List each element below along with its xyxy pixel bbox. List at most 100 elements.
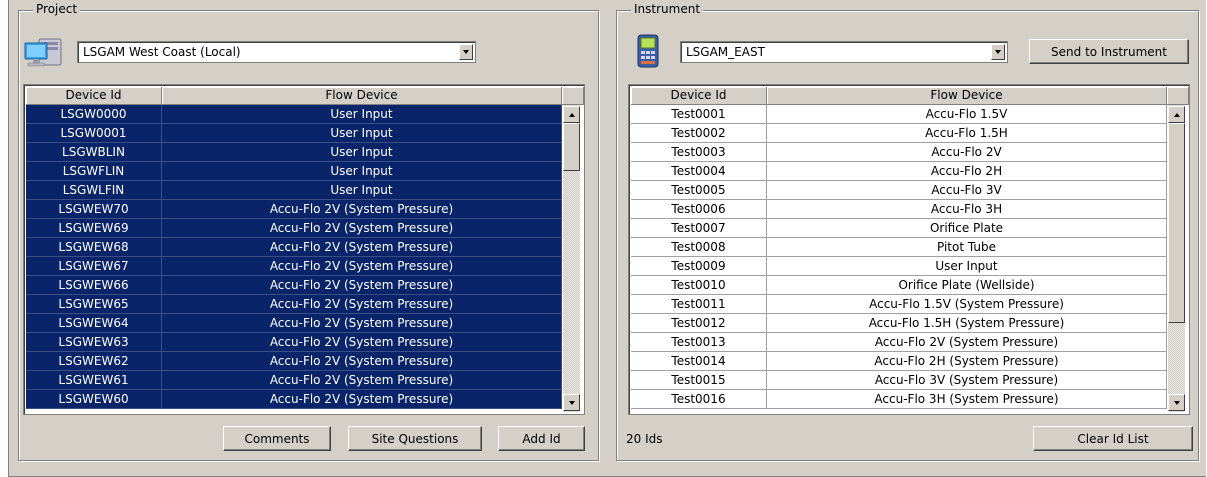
scroll-down-icon[interactable]	[1168, 394, 1185, 411]
column-header-device-id[interactable]: Device Id	[26, 87, 162, 105]
flow-device-cell[interactable]: Accu-Flo 1.5V (System Pressure)	[767, 295, 1167, 314]
table-row[interactable]: LSGW0001 User Input	[26, 124, 562, 143]
table-row[interactable]: LSGWEW69 Accu-Flo 2V (System Pressure)	[26, 219, 562, 238]
device-id-cell[interactable]: Test0015	[631, 371, 767, 390]
flow-device-cell[interactable]: Accu-Flo 2V (System Pressure)	[162, 200, 562, 219]
table-row[interactable]: Test0002 Accu-Flo 1.5H	[631, 124, 1167, 143]
device-id-cell[interactable]: Test0008	[631, 238, 767, 257]
add-id-button[interactable]: Add Id	[498, 426, 585, 451]
table-row[interactable]: Test0012 Accu-Flo 1.5H (System Pressure)	[631, 314, 1167, 333]
flow-device-cell[interactable]: Accu-Flo 1.5H	[767, 124, 1167, 143]
flow-device-cell[interactable]: Orifice Plate (Wellside)	[767, 276, 1167, 295]
flow-device-cell[interactable]: Pitot Tube	[767, 238, 1167, 257]
chevron-down-icon[interactable]	[459, 44, 473, 60]
table-row[interactable]: Test0004 Accu-Flo 2H	[631, 162, 1167, 181]
device-id-cell[interactable]: Test0013	[631, 333, 767, 352]
table-row[interactable]: LSGWEW68 Accu-Flo 2V (System Pressure)	[26, 238, 562, 257]
table-row[interactable]: Test0006 Accu-Flo 3H	[631, 200, 1167, 219]
table-row[interactable]: LSGWEW64 Accu-Flo 2V (System Pressure)	[26, 314, 562, 333]
flow-device-cell[interactable]: Accu-Flo 3H	[767, 200, 1167, 219]
flow-device-cell[interactable]: Accu-Flo 2V (System Pressure)	[162, 314, 562, 333]
flow-device-cell[interactable]: Accu-Flo 2V (System Pressure)	[162, 276, 562, 295]
table-row[interactable]: Test0011 Accu-Flo 1.5V (System Pressure)	[631, 295, 1167, 314]
device-id-cell[interactable]: LSGWFLIN	[26, 162, 162, 181]
table-row[interactable]: Test0014 Accu-Flo 2H (System Pressure)	[631, 352, 1167, 371]
device-id-cell[interactable]: LSGWLFIN	[26, 181, 162, 200]
project-vertical-scrollbar[interactable]	[563, 105, 580, 412]
device-id-cell[interactable]: LSGWEW64	[26, 314, 162, 333]
table-row[interactable]: Test0008 Pitot Tube	[631, 238, 1167, 257]
clear-id-list-button[interactable]: Clear Id List	[1033, 426, 1193, 451]
device-id-cell[interactable]: LSGWEW62	[26, 352, 162, 371]
table-row[interactable]: LSGWEW66 Accu-Flo 2V (System Pressure)	[26, 276, 562, 295]
site-questions-button[interactable]: Site Questions	[348, 426, 482, 451]
flow-device-cell[interactable]: Accu-Flo 2V (System Pressure)	[162, 371, 562, 390]
device-id-cell[interactable]: Test0003	[631, 143, 767, 162]
scroll-up-icon[interactable]	[563, 106, 580, 123]
device-id-cell[interactable]: Test0004	[631, 162, 767, 181]
column-header-flow-device[interactable]: Flow Device	[767, 87, 1167, 105]
device-id-cell[interactable]: Test0010	[631, 276, 767, 295]
device-id-cell[interactable]: LSGWEW69	[26, 219, 162, 238]
table-row[interactable]: LSGWEW67 Accu-Flo 2V (System Pressure)	[26, 257, 562, 276]
send-to-instrument-button[interactable]: Send to Instrument	[1029, 39, 1189, 64]
flow-device-cell[interactable]: User Input	[162, 105, 562, 124]
flow-device-cell[interactable]: Accu-Flo 2V (System Pressure)	[162, 333, 562, 352]
chevron-down-icon[interactable]	[991, 44, 1005, 60]
device-id-cell[interactable]: Test0001	[631, 105, 767, 124]
flow-device-cell[interactable]: Accu-Flo 2H (System Pressure)	[767, 352, 1167, 371]
table-row[interactable]: LSGWEW62 Accu-Flo 2V (System Pressure)	[26, 352, 562, 371]
device-id-cell[interactable]: LSGWEW61	[26, 371, 162, 390]
device-id-cell[interactable]: LSGWEW65	[26, 295, 162, 314]
flow-device-cell[interactable]: Accu-Flo 2V (System Pressure)	[162, 238, 562, 257]
flow-device-cell[interactable]: Accu-Flo 3H (System Pressure)	[767, 390, 1167, 409]
flow-device-cell[interactable]: User Input	[162, 124, 562, 143]
scroll-down-icon[interactable]	[563, 394, 580, 411]
instrument-vertical-scrollbar[interactable]	[1168, 105, 1185, 412]
flow-device-cell[interactable]: Accu-Flo 1.5V	[767, 105, 1167, 124]
table-row[interactable]: Test0016 Accu-Flo 3H (System Pressure)	[631, 390, 1167, 409]
comments-button[interactable]: Comments	[223, 426, 331, 451]
flow-device-cell[interactable]: User Input	[162, 143, 562, 162]
project-select[interactable]: LSGAM West Coast (Local)	[77, 41, 476, 63]
instrument-select[interactable]: LSGAM_EAST	[680, 41, 1008, 63]
flow-device-cell[interactable]: Orifice Plate	[767, 219, 1167, 238]
table-row[interactable]: LSGWEW60 Accu-Flo 2V (System Pressure)	[26, 390, 562, 409]
device-id-cell[interactable]: Test0011	[631, 295, 767, 314]
scrollbar-thumb[interactable]	[563, 123, 580, 171]
table-row[interactable]: LSGWLFIN User Input	[26, 181, 562, 200]
device-id-cell[interactable]: LSGWEW66	[26, 276, 162, 295]
flow-device-cell[interactable]: Accu-Flo 1.5H (System Pressure)	[767, 314, 1167, 333]
scroll-up-icon[interactable]	[1168, 106, 1185, 123]
table-row[interactable]: Test0005 Accu-Flo 3V	[631, 181, 1167, 200]
device-id-cell[interactable]: LSGWEW67	[26, 257, 162, 276]
device-id-cell[interactable]: Test0009	[631, 257, 767, 276]
table-row[interactable]: LSGWBLIN User Input	[26, 143, 562, 162]
device-id-cell[interactable]: LSGW0000	[26, 105, 162, 124]
scrollbar-thumb[interactable]	[1168, 123, 1185, 323]
table-row[interactable]: Test0009 User Input	[631, 257, 1167, 276]
flow-device-cell[interactable]: User Input	[162, 162, 562, 181]
table-row[interactable]: Test0015 Accu-Flo 3V (System Pressure)	[631, 371, 1167, 390]
table-row[interactable]: LSGWEW63 Accu-Flo 2V (System Pressure)	[26, 333, 562, 352]
flow-device-cell[interactable]: Accu-Flo 2V (System Pressure)	[162, 295, 562, 314]
table-row[interactable]: Test0007 Orifice Plate	[631, 219, 1167, 238]
device-id-cell[interactable]: Test0016	[631, 390, 767, 409]
flow-device-cell[interactable]: Accu-Flo 2H	[767, 162, 1167, 181]
flow-device-cell[interactable]: Accu-Flo 2V (System Pressure)	[162, 257, 562, 276]
device-id-cell[interactable]: LSGW0001	[26, 124, 162, 143]
device-id-cell[interactable]: Test0012	[631, 314, 767, 333]
flow-device-cell[interactable]: Accu-Flo 2V	[767, 143, 1167, 162]
flow-device-cell[interactable]: Accu-Flo 2V (System Pressure)	[162, 390, 562, 409]
device-id-cell[interactable]: Test0005	[631, 181, 767, 200]
table-row[interactable]: Test0001 Accu-Flo 1.5V	[631, 105, 1167, 124]
device-id-cell[interactable]: Test0007	[631, 219, 767, 238]
device-id-cell[interactable]: LSGWBLIN	[26, 143, 162, 162]
flow-device-cell[interactable]: Accu-Flo 2V (System Pressure)	[162, 219, 562, 238]
column-header-flow-device[interactable]: Flow Device	[162, 87, 562, 105]
device-id-cell[interactable]: Test0006	[631, 200, 767, 219]
flow-device-cell[interactable]: User Input	[162, 181, 562, 200]
column-header-device-id[interactable]: Device Id	[631, 87, 767, 105]
device-id-cell[interactable]: LSGWEW60	[26, 390, 162, 409]
table-row[interactable]: Test0003 Accu-Flo 2V	[631, 143, 1167, 162]
